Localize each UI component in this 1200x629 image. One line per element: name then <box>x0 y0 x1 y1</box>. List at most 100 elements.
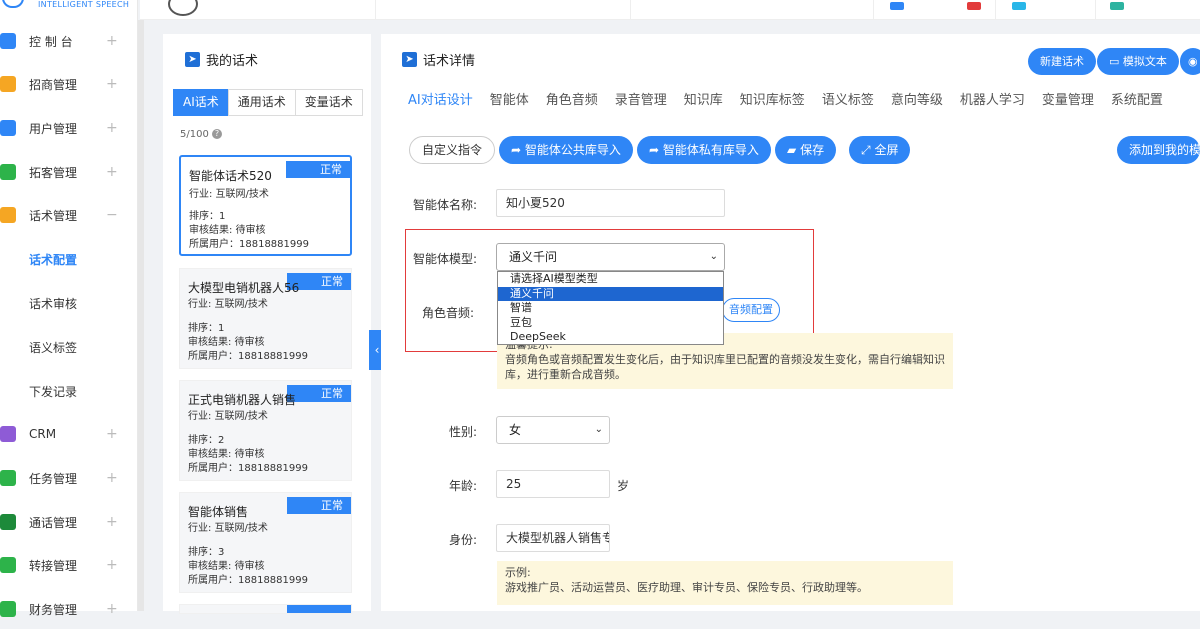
gender-select[interactable]: 女 ⌄ <box>496 416 610 444</box>
public-import-button[interactable]: ➦ 智能体公共库导入 <box>499 136 633 164</box>
private-import-button[interactable]: ➦ 智能体私有库导入 <box>637 136 771 164</box>
tab-variables[interactable]: 变量管理 <box>1042 89 1094 108</box>
sidebar-item-calls[interactable]: 通话管理 + <box>0 502 138 542</box>
sidebar-item-users[interactable]: 用户管理 + <box>0 108 138 148</box>
script-industry: 行业: 互联网/技术 <box>189 189 269 200</box>
expand-icon[interactable]: + <box>106 557 118 573</box>
chevron-down-icon: ⌄ <box>709 251 718 262</box>
tab-system-config[interactable]: 系统配置 <box>1111 89 1163 108</box>
tab-robot-learning[interactable]: 机器人学习 <box>960 89 1025 108</box>
sidebar-scrollbar[interactable] <box>138 20 144 611</box>
fullscreen-button[interactable]: ⤢ 全屏 <box>849 136 911 164</box>
collapse-icon[interactable]: − <box>106 207 118 223</box>
tab-semantic-tags[interactable]: 语义标签 <box>822 89 874 108</box>
script-card[interactable]: 正常 智能体话术520 行业: 互联网/技术 排序：1 审核结果: 待审核 所属… <box>179 155 352 256</box>
new-script-button[interactable]: 新建话术 <box>1028 48 1096 75</box>
age-input[interactable]: 25 <box>496 470 610 498</box>
expand-icon[interactable]: + <box>106 120 118 136</box>
sidebar-sub-dispatch-log[interactable]: 下发记录 <box>29 383 77 400</box>
script-industry: 行业: 互联网/技术 <box>188 299 268 310</box>
expand-icon[interactable]: + <box>106 33 118 49</box>
sidebar: INTELLIGENT SPEECH 控 制 台 + 招商管理 + 用户管理 +… <box>0 0 138 617</box>
model-option[interactable]: 豆包 <box>498 316 723 331</box>
tip-text: 音频角色或音频配置发生变化后，由于知识库里已配置的音频没发生变化，需自行编辑知识… <box>505 353 945 381</box>
sidebar-item-label: 财务管理 <box>29 602 78 617</box>
sidebar-item-finance[interactable]: 财务管理 + <box>0 589 138 629</box>
tip-title: 示例: <box>505 566 531 579</box>
model-dropdown-list: 请选择AI模型类型 通义千问 智谱 豆包 DeepSeek <box>497 271 724 345</box>
tab-ai-scripts[interactable]: AI话术 <box>173 89 229 116</box>
tab-agent[interactable]: 智能体 <box>490 89 529 108</box>
avatar[interactable] <box>168 0 198 16</box>
agent-model-select[interactable]: 通义千问 ⌄ <box>496 243 725 271</box>
logo-icon <box>2 0 24 8</box>
sidebar-sub-semantic-tags[interactable]: 语义标签 <box>29 339 77 356</box>
sidebar-item-console[interactable]: 控 制 台 + <box>0 21 138 61</box>
model-option[interactable]: DeepSeek <box>498 330 723 345</box>
script-owner: 所属用户：18818881999 <box>188 575 308 586</box>
tab-general-scripts[interactable]: 通用话术 <box>227 89 296 116</box>
sidebar-sub-script-review[interactable]: 话术审核 <box>29 295 77 312</box>
script-card[interactable]: 正常 智能体销售 行业: 互联网/技术 排序：3 审核结果: 待审核 所属用户：… <box>179 492 352 593</box>
model-option[interactable]: 智谱 <box>498 301 723 316</box>
monitor-icon <box>0 33 16 49</box>
custom-command-button[interactable]: 自定义指令 <box>409 136 496 164</box>
add-to-template-button[interactable]: 添加到我的模板 <box>1117 136 1200 164</box>
detail-title: ➤ 话术详情 <box>402 50 475 69</box>
script-review: 审核结果: 待审核 <box>188 561 265 572</box>
expand-icon[interactable]: + <box>106 470 118 486</box>
settings-icon[interactable] <box>1110 2 1124 10</box>
model-option[interactable]: 通义千问 <box>498 286 723 302</box>
tab-recordings[interactable]: 录音管理 <box>615 89 667 108</box>
notification-icon[interactable] <box>890 2 904 10</box>
sidebar-item-merchants[interactable]: 招商管理 + <box>0 64 138 104</box>
script-order: 排序：1 <box>188 323 225 334</box>
script-owner: 所属用户：18818881999 <box>188 351 308 362</box>
sidebar-sub-script-config[interactable]: 话术配置 <box>29 251 77 268</box>
expand-icon[interactable]: + <box>106 514 118 530</box>
agent-name-input[interactable]: 知小夏520 <box>496 189 725 217</box>
sidebar-item-scripts[interactable]: 话术管理 − <box>0 195 138 235</box>
expand-icon[interactable]: + <box>106 426 118 442</box>
script-count: 5/100 ? <box>180 129 223 140</box>
sidebar-item-transfer[interactable]: 转接管理 + <box>0 545 138 585</box>
sidebar-item-tasks[interactable]: 任务管理 + <box>0 458 138 498</box>
status-badge: 正常 <box>287 497 351 514</box>
script-review: 审核结果: 待审核 <box>188 337 265 348</box>
audio-config-button[interactable]: 音频配置 <box>722 298 780 322</box>
script-name: 智能体话术520 <box>189 169 272 183</box>
users-icon <box>0 120 16 136</box>
sidebar-item-prospecting[interactable]: 拓客管理 + <box>0 152 138 192</box>
save-button[interactable]: ▰ 保存 <box>775 136 837 164</box>
message-icon[interactable] <box>967 2 981 10</box>
expand-icon[interactable]: + <box>106 601 118 617</box>
expand-icon[interactable]: + <box>106 164 118 180</box>
model-option[interactable]: 请选择AI模型类型 <box>498 272 723 287</box>
tab-intent-levels[interactable]: 意向等级 <box>891 89 943 108</box>
tip-text: 游戏推广员、活动运营员、医疗助理、审计专员、保险专员、行政助理等。 <box>505 581 868 594</box>
agent-name-label: 智能体名称: <box>412 198 477 212</box>
sidebar-item-crm[interactable]: CRM + <box>0 414 138 454</box>
script-order: 排序：2 <box>188 435 225 446</box>
script-card[interactable] <box>179 604 352 614</box>
role-audio-label: 角色音频: <box>421 306 474 320</box>
wallet-icon <box>0 601 16 617</box>
voice-button[interactable]: ◉ <box>1180 48 1200 75</box>
tab-variable-scripts[interactable]: 变量话术 <box>294 89 363 116</box>
status-badge: 正常 <box>286 161 350 178</box>
simulate-text-button[interactable]: ▭ 模拟文本 <box>1097 48 1179 75</box>
tab-role-audio[interactable]: 角色音频 <box>546 89 598 108</box>
help-icon[interactable] <box>1012 2 1026 10</box>
sidebar-item-label: 招商管理 <box>29 77 78 92</box>
tab-ai-dialog-design[interactable]: AI对话设计 <box>408 89 473 108</box>
script-card[interactable]: 正常 大模型电销机器人56 行业: 互联网/技术 排序：1 审核结果: 待审核 … <box>179 268 352 369</box>
tab-kb-tags[interactable]: 知识库标签 <box>740 89 805 108</box>
agent-model-label: 智能体模型: <box>412 252 477 266</box>
expand-icon[interactable]: + <box>106 76 118 92</box>
tab-knowledge-base[interactable]: 知识库 <box>684 89 723 108</box>
identity-input[interactable]: 大模型机器人销售专 <box>496 524 610 552</box>
help-icon[interactable]: ? <box>212 129 223 139</box>
script-card[interactable]: 正常 正式电销机器人销售 行业: 互联网/技术 排序：2 审核结果: 待审核 所… <box>179 380 352 481</box>
top-bar <box>140 0 1200 20</box>
age-label: 年龄: <box>448 479 477 493</box>
